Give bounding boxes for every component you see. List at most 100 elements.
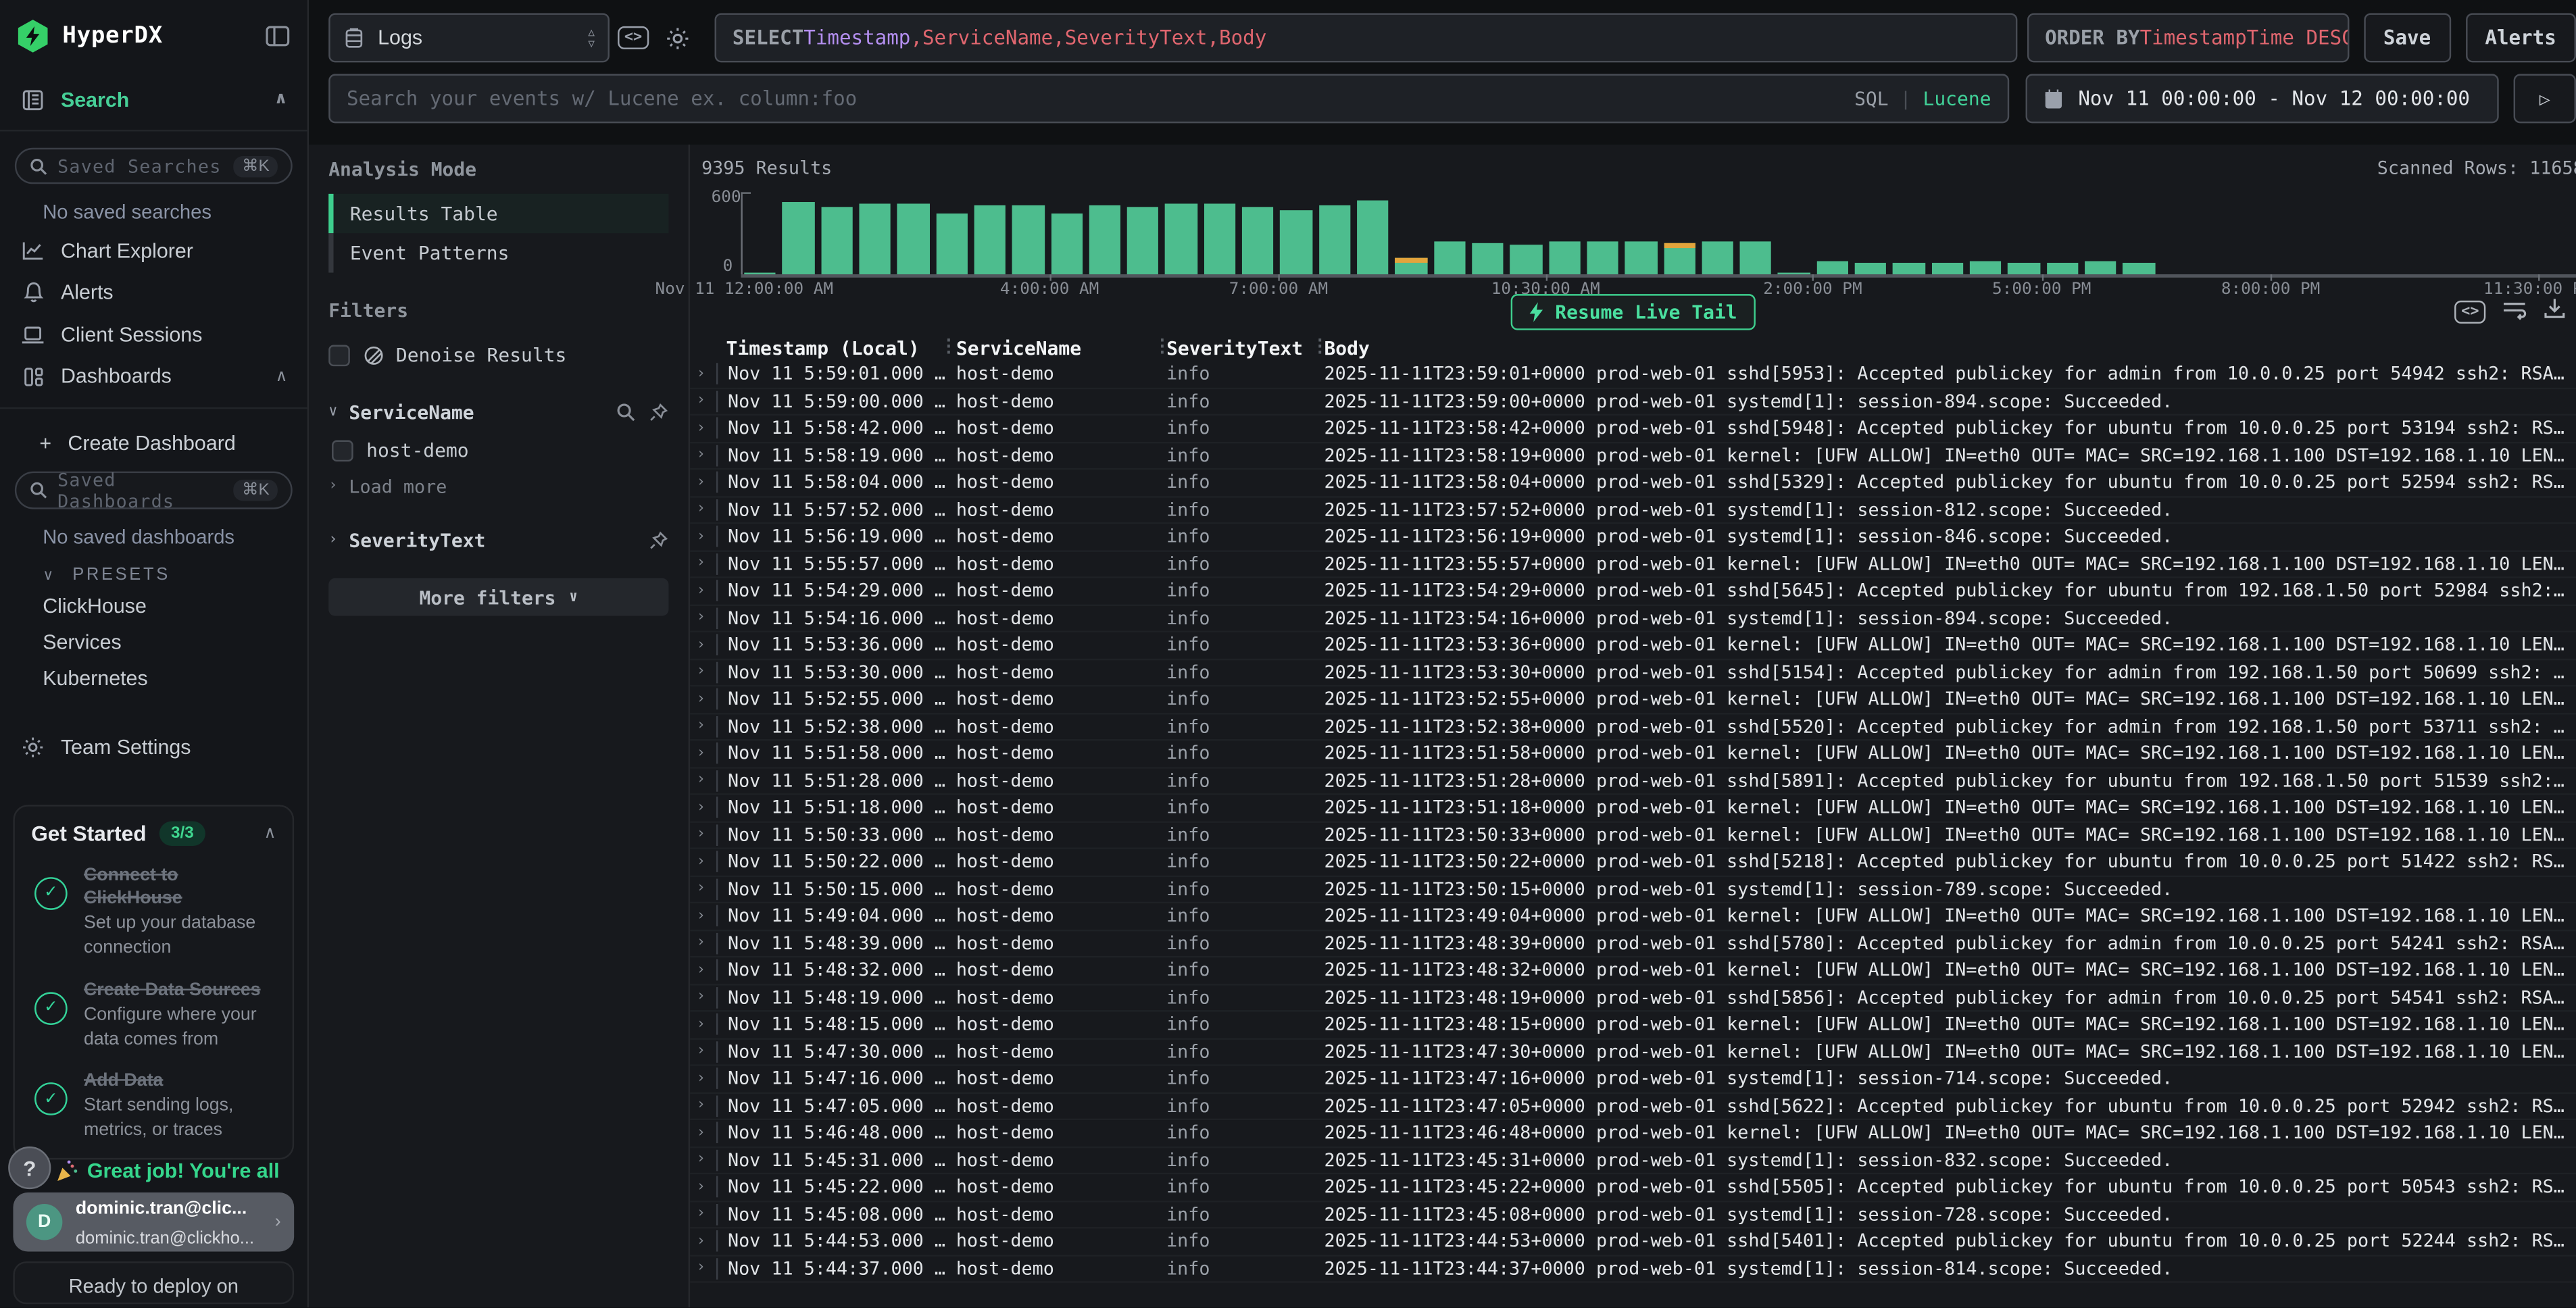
histogram-bar[interactable] — [1433, 192, 1465, 274]
download-icon[interactable] — [2543, 297, 2566, 320]
table-row[interactable]: ›Nov 11 5:58:19.000 PMhost-demoinfo2025-… — [690, 443, 2576, 470]
checkbox[interactable] — [328, 344, 350, 366]
histogram-bar[interactable] — [1357, 192, 1389, 274]
table-row[interactable]: ›Nov 11 5:47:16.000 PMhost-demoinfo2025-… — [690, 1066, 2576, 1093]
checkbox[interactable] — [332, 439, 353, 461]
histogram-bar[interactable] — [1089, 192, 1120, 274]
histogram-bar[interactable] — [1931, 192, 1963, 274]
table-row[interactable]: ›Nov 11 5:51:18.000 PMhost-demoinfo2025-… — [690, 795, 2576, 822]
histogram-bar[interactable] — [2008, 192, 2040, 274]
table-row[interactable]: ›Nov 11 5:48:32.000 PMhost-demoinfo2025-… — [690, 957, 2576, 984]
table-row[interactable]: ›Nov 11 5:44:53.000 PMhost-demoinfo2025-… — [690, 1228, 2576, 1255]
table-row[interactable]: ›Nov 11 5:45:08.000 PMhost-demoinfo2025-… — [690, 1201, 2576, 1228]
row-expand-icon[interactable]: › — [690, 528, 716, 545]
col-servicename[interactable]: ServiceName — [956, 336, 1166, 359]
table-row[interactable]: ›Nov 11 5:54:29.000 PMhost-demoinfo2025-… — [690, 578, 2576, 605]
histogram-bar[interactable] — [1548, 192, 1580, 274]
table-row[interactable]: ›Nov 11 5:44:37.000 PMhost-demoinfo2025-… — [690, 1256, 2576, 1283]
histogram-bar[interactable] — [1970, 192, 2002, 274]
sidebar-item-chart-explorer[interactable]: Chart Explorer — [0, 230, 307, 272]
column-resize-handle[interactable]: ⋮ — [1311, 335, 1329, 357]
histogram-bar[interactable] — [1127, 192, 1159, 274]
histogram-bar[interactable] — [859, 192, 891, 274]
row-expand-icon[interactable]: › — [690, 745, 716, 761]
row-expand-icon[interactable]: › — [690, 1260, 716, 1276]
table-row[interactable]: ›Nov 11 5:59:00.000 PMhost-demoinfo2025-… — [690, 388, 2576, 416]
histogram-bar[interactable] — [2085, 192, 2116, 274]
table-row[interactable]: ›Nov 11 5:45:22.000 PMhost-demoinfo2025-… — [690, 1174, 2576, 1201]
histogram-bar[interactable] — [1816, 192, 1848, 274]
histogram-bar[interactable] — [1395, 192, 1427, 274]
table-row[interactable]: ›Nov 11 5:51:58.000 PMhost-demoinfo2025-… — [690, 740, 2576, 768]
wrap-lines-icon[interactable] — [2502, 298, 2527, 320]
histogram-bar[interactable] — [2391, 192, 2423, 274]
histogram-bar[interactable] — [1587, 192, 1618, 274]
histogram-bar[interactable] — [2506, 192, 2537, 274]
row-expand-icon[interactable]: › — [690, 881, 716, 897]
date-range-picker[interactable]: Nov 11 00:00:00 - Nov 12 00:00:00 — [2026, 74, 2499, 123]
sidebar-item-alerts[interactable]: Alerts — [0, 272, 307, 314]
mode-results-table[interactable]: Results Table — [328, 194, 668, 233]
histogram-bar[interactable] — [1166, 192, 1197, 274]
user-menu[interactable]: D dominic.tran@clic... dominic.tran@clic… — [13, 1192, 294, 1252]
table-row[interactable]: ›Nov 11 5:49:04.000 PMhost-demoinfo2025-… — [690, 903, 2576, 930]
sidebar-item-client-sessions[interactable]: Client Sessions — [0, 314, 307, 356]
table-row[interactable]: ›Nov 11 5:54:16.000 PMhost-demoinfo2025-… — [690, 605, 2576, 632]
table-row[interactable]: ›Nov 11 5:50:22.000 PMhost-demoinfo2025-… — [690, 849, 2576, 876]
histogram-bar[interactable] — [1510, 192, 1542, 274]
saved-dashboards-input[interactable]: Saved Dashboards ⌘K — [15, 472, 293, 509]
order-by-input[interactable]: ORDER BY TimestampTime DESC — [2027, 13, 2348, 62]
row-expand-icon[interactable]: › — [690, 637, 716, 653]
histogram-bar[interactable] — [1242, 192, 1274, 274]
row-expand-icon[interactable]: › — [690, 555, 716, 572]
resume-live-tail-button[interactable]: Resume Live Tail — [1511, 294, 1756, 330]
create-dashboard-button[interactable]: + Create Dashboard — [0, 419, 307, 465]
row-expand-icon[interactable]: › — [690, 1098, 716, 1114]
row-expand-icon[interactable]: › — [690, 447, 716, 463]
row-expand-icon[interactable]: › — [690, 799, 716, 815]
table-row[interactable]: ›Nov 11 5:52:55.000 PMhost-demoinfo2025-… — [690, 686, 2576, 713]
row-expand-icon[interactable]: › — [690, 1152, 716, 1168]
row-expand-icon[interactable]: › — [690, 1016, 716, 1032]
row-expand-icon[interactable]: › — [690, 1179, 716, 1195]
run-query-button[interactable]: ▷ — [2514, 74, 2576, 123]
table-row[interactable]: ›Nov 11 5:55:57.000 PMhost-demoinfo2025-… — [690, 551, 2576, 578]
table-row[interactable]: ›Nov 11 5:58:42.000 PMhost-demoinfo2025-… — [690, 416, 2576, 443]
histogram-bar[interactable] — [744, 192, 776, 274]
row-expand-icon[interactable]: › — [690, 854, 716, 870]
sidebar-item-dashboards[interactable]: Dashboards ∧ — [0, 356, 307, 398]
select-columns-input[interactable]: SELECT Timestamp,ServiceName,SeverityTex… — [714, 13, 2017, 62]
histogram-bar[interactable] — [821, 192, 853, 274]
histogram-bar[interactable] — [2046, 192, 2078, 274]
row-expand-icon[interactable]: › — [690, 501, 716, 518]
mode-event-patterns[interactable]: Event Patterns — [328, 233, 668, 272]
histogram-bar[interactable] — [2161, 192, 2193, 274]
row-expand-icon[interactable]: › — [690, 1125, 716, 1141]
pin-icon[interactable] — [649, 530, 668, 550]
more-filters-button[interactable]: More filters ∨ — [328, 578, 668, 616]
table-row[interactable]: ›Nov 11 5:48:39.000 PMhost-demoinfo2025-… — [690, 930, 2576, 957]
table-row[interactable]: ›Nov 11 5:50:15.000 PMhost-demoinfo2025-… — [690, 876, 2576, 903]
col-timestamp[interactable]: Timestamp (Local) — [716, 336, 956, 359]
search-input[interactable]: Search your events w/ Lucene ex. column:… — [328, 74, 2009, 123]
histogram-bar[interactable] — [2353, 192, 2385, 274]
get-started-step-add-data[interactable]: ✓ Add Data Start sending logs, metrics, … — [31, 1070, 276, 1143]
histogram-bar[interactable] — [974, 192, 1006, 274]
histogram-bar[interactable] — [1051, 192, 1083, 274]
table-row[interactable]: ›Nov 11 5:47:30.000 PMhost-demoinfo2025-… — [690, 1039, 2576, 1066]
table-row[interactable]: ›Nov 11 5:52:38.000 PMhost-demoinfo2025-… — [690, 713, 2576, 740]
pin-icon[interactable] — [649, 403, 668, 422]
table-row[interactable]: ›Nov 11 5:48:19.000 PMhost-demoinfo2025-… — [690, 984, 2576, 1011]
histogram-bar[interactable] — [1893, 192, 1925, 274]
row-expand-icon[interactable]: › — [690, 420, 716, 436]
histogram-bar[interactable] — [1204, 192, 1235, 274]
row-expand-icon[interactable]: › — [690, 393, 716, 409]
table-row[interactable]: ›Nov 11 5:48:15.000 PMhost-demoinfo2025-… — [690, 1012, 2576, 1039]
histogram-bar[interactable] — [2238, 192, 2270, 274]
histogram-bar[interactable] — [2544, 192, 2576, 274]
histogram-bar[interactable] — [1779, 192, 1810, 274]
row-expand-icon[interactable]: › — [690, 772, 716, 788]
preset-kubernetes[interactable]: Kubernetes — [0, 660, 307, 696]
row-expand-icon[interactable]: › — [690, 1043, 716, 1059]
histogram-bar[interactable] — [2468, 192, 2500, 274]
